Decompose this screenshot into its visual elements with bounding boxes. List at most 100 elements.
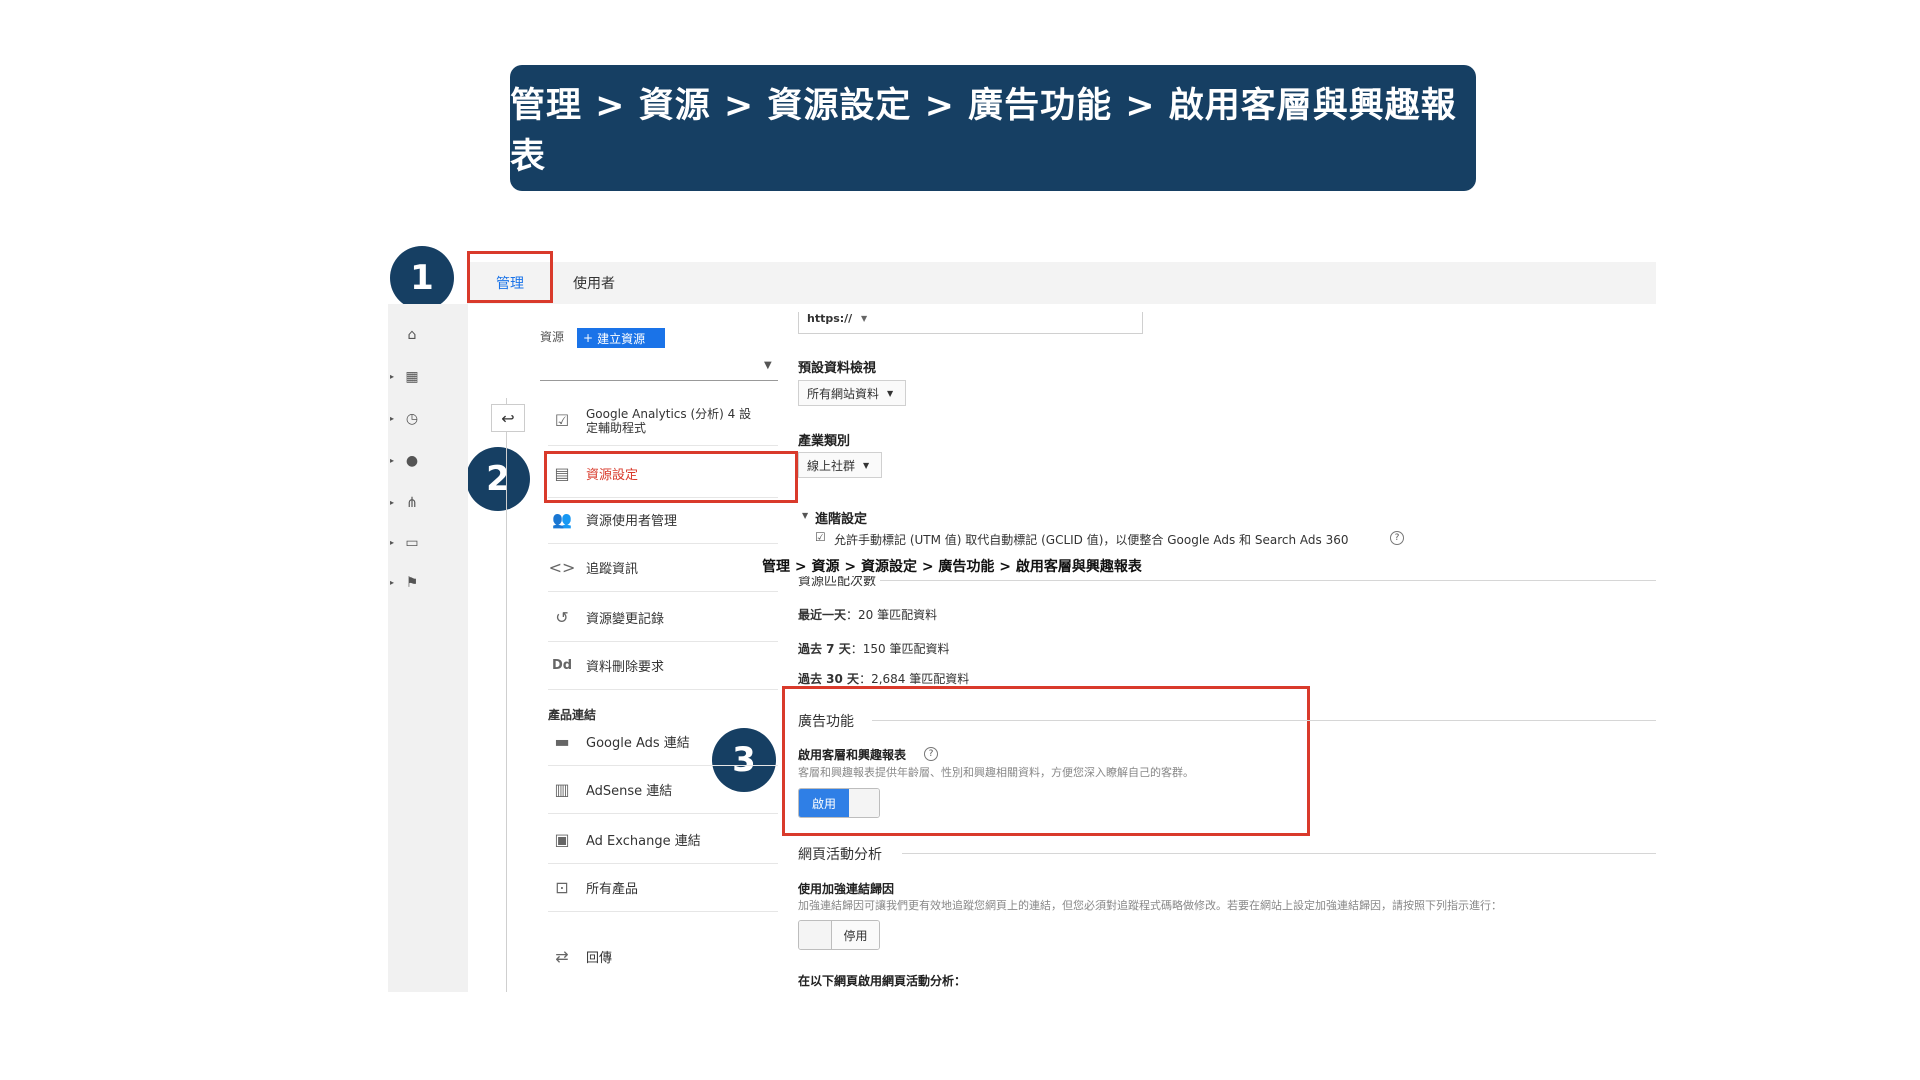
breadcrumb-banner: 管理 > 資源 > 資源設定 > 廣告功能 > 啟用客層與興趣報表	[510, 65, 1476, 191]
dashboard-icon[interactable]: ▦	[403, 368, 421, 386]
breadcrumb-caption-overlay: 管理 > 資源 > 資源設定 > 廣告功能 > 啟用客層與興趣報表	[760, 556, 1144, 576]
menu-item-label: 所有產品	[586, 882, 639, 897]
page-analytics-heading: 網頁活動分析	[798, 847, 882, 863]
create-resource-label: 建立資源	[597, 331, 646, 346]
banner-title: 管理 > 資源 > 資源設定 > 廣告功能 > 啟用客層與興趣報表	[510, 86, 1457, 177]
help-icon[interactable]: ?	[1390, 531, 1404, 545]
code-icon: <>	[548, 558, 576, 577]
match-last-30-days: 過去 30 天：2,684 筆匹配資料	[798, 670, 969, 687]
expand-caret-icon: ▸	[390, 498, 395, 507]
demographics-description: 客層和興趣報表提供年齡層、性別和興趣相關資料，方便您深入瞭解自己的客群。	[798, 766, 1194, 779]
enhanced-link-description: 加強連結歸因可讓我們更有效地追蹤您網頁上的連結，但您必須對追蹤程式碼略做修改。若…	[798, 899, 1502, 912]
chevron-down-icon: ▼	[887, 388, 894, 398]
match-last7-value: ：150 筆匹配資料	[850, 642, 950, 656]
allproducts-icon: ⊡	[555, 878, 569, 897]
menu-item-adexchange-link[interactable]: ▣ Ad Exchange 連結	[548, 816, 778, 864]
match-last-day-value: ：20 筆匹配資料	[846, 608, 938, 622]
expand-caret-icon: ▸	[390, 538, 395, 547]
menu-item-label: Ad Exchange 連結	[586, 834, 701, 849]
demographics-label: 啟用客層和興趣報表	[798, 748, 907, 762]
behavior-icon[interactable]: ▭	[403, 534, 421, 552]
menu-item-label: 回傳	[586, 950, 613, 966]
industry-label: 產業類別	[798, 434, 851, 449]
utm-checkbox-label: 允許手動標記 (UTM 值) 取代自動標記 (GCLID 值)，以便整合 Goo…	[834, 533, 1349, 547]
postback-icon: ⇄	[555, 946, 569, 966]
enhanced-link-label: 使用加強連結歸因	[798, 882, 895, 896]
step-1-badge: 1	[390, 246, 454, 310]
tab-users-label: 使用者	[573, 276, 615, 292]
menu-item-postback[interactable]: ⇄ 回傳	[548, 932, 778, 980]
left-nav-rail	[388, 304, 468, 992]
menu-item-ga4-setup[interactable]: ☑ Google Analytics (分析) 4 設定輔助程式	[548, 396, 778, 446]
back-arrow-icon[interactable]: ↩	[491, 404, 525, 432]
match-last-day: 最近一天：20 筆匹配資料	[798, 606, 937, 623]
chevron-down-icon: ▼	[863, 460, 870, 470]
expand-caret-icon: ▸	[390, 456, 395, 465]
expand-caret-icon: ▸	[390, 372, 395, 381]
acquisition-icon[interactable]: ⋔	[403, 494, 421, 512]
match-last-7-days: 過去 7 天：150 筆匹配資料	[798, 640, 949, 657]
column-divider	[506, 398, 507, 992]
default-view-value: 所有網站資料	[807, 386, 880, 401]
toggle-off-label: 停用	[832, 921, 879, 949]
menu-item-change-history[interactable]: ↺ 資源變更記錄	[548, 594, 778, 642]
flag-icon[interactable]: ⚑	[403, 574, 421, 592]
collapse-caret-icon[interactable]: ▼	[802, 511, 808, 520]
adsense-icon: ▥	[554, 780, 570, 799]
menu-item-label: 資料刪除要求	[586, 660, 665, 675]
toggle-knob	[849, 789, 879, 817]
enhanced-link-toggle[interactable]: 停用	[798, 920, 880, 950]
adexchange-icon: ▣	[554, 830, 570, 849]
chevron-down-icon[interactable]: ▼	[764, 360, 772, 371]
menu-item-tracking-info[interactable]: <> 追蹤資訊	[548, 544, 778, 592]
divider	[880, 580, 1656, 581]
ad-features-heading: 廣告功能	[798, 714, 854, 730]
divider	[872, 720, 1656, 721]
history-icon: ↺	[555, 608, 569, 627]
person-icon[interactable]: ●	[403, 452, 421, 470]
expand-caret-icon: ▸	[390, 578, 395, 587]
highlight-admin-tab	[467, 251, 553, 303]
tab-users[interactable]: 使用者	[573, 262, 615, 304]
step-2-badge: 2	[466, 447, 530, 511]
menu-item-data-deletion[interactable]: Dd 資料刪除要求	[548, 642, 778, 690]
help-icon[interactable]: ?	[924, 747, 938, 761]
ads-icon: ▬	[554, 732, 570, 751]
advanced-settings-label: 進階設定	[815, 512, 868, 527]
resource-label: 資源	[540, 330, 565, 344]
menu-item-label: 資源使用者管理	[586, 514, 678, 529]
match-last-day-label: 最近一天	[798, 608, 847, 622]
default-url-field[interactable]: https:// ▼	[798, 312, 1143, 334]
step-1-number: 1	[410, 258, 434, 298]
clock-icon[interactable]: ◷	[403, 410, 421, 428]
top-tab-bar	[467, 262, 1656, 304]
menu-item-label: Google Analytics (分析) 4 設定輔助程式	[586, 406, 752, 435]
menu-item-label: 追蹤資訊	[586, 562, 639, 577]
resource-selector[interactable]	[540, 380, 778, 381]
industry-value: 線上社群	[807, 458, 856, 473]
people-icon: 👥	[552, 510, 572, 529]
menu-item-label: AdSense 連結	[586, 784, 673, 799]
create-resource-button[interactable]: + 建立資源	[577, 328, 665, 348]
url-prefix-label: https://	[807, 312, 853, 325]
match-last30-value: ：2,684 筆匹配資料	[859, 672, 970, 686]
menu-item-adsense-link[interactable]: ▥ AdSense 連結	[548, 766, 778, 814]
menu-item-label: 資源變更記錄	[586, 612, 665, 627]
home-icon[interactable]: ⌂	[403, 326, 421, 344]
divider	[902, 853, 1656, 854]
plus-icon: +	[583, 331, 594, 345]
page-analytics-enable-label: 在以下網頁啟用網頁活動分析：	[798, 974, 967, 988]
menu-item-label: Google Ads 連結	[586, 736, 690, 751]
match-last30-label: 過去 30 天	[798, 672, 860, 686]
toggle-on-label: 啟用	[799, 789, 849, 817]
menu-item-google-ads-link[interactable]: ▬ Google Ads 連結	[548, 718, 778, 766]
industry-select[interactable]: 線上社群 ▼	[798, 452, 882, 478]
default-view-label: 預設資料檢視	[798, 361, 877, 376]
chevron-down-icon: ▼	[861, 314, 868, 323]
utm-checkbox[interactable]: ☑	[815, 530, 826, 544]
menu-item-property-user-management[interactable]: 👥 資源使用者管理	[548, 496, 778, 544]
demographics-toggle[interactable]: 啟用	[798, 788, 880, 818]
expand-caret-icon: ▸	[390, 414, 395, 423]
default-view-select[interactable]: 所有網站資料 ▼	[798, 380, 906, 406]
menu-item-all-products[interactable]: ⊡ 所有產品	[548, 864, 778, 912]
